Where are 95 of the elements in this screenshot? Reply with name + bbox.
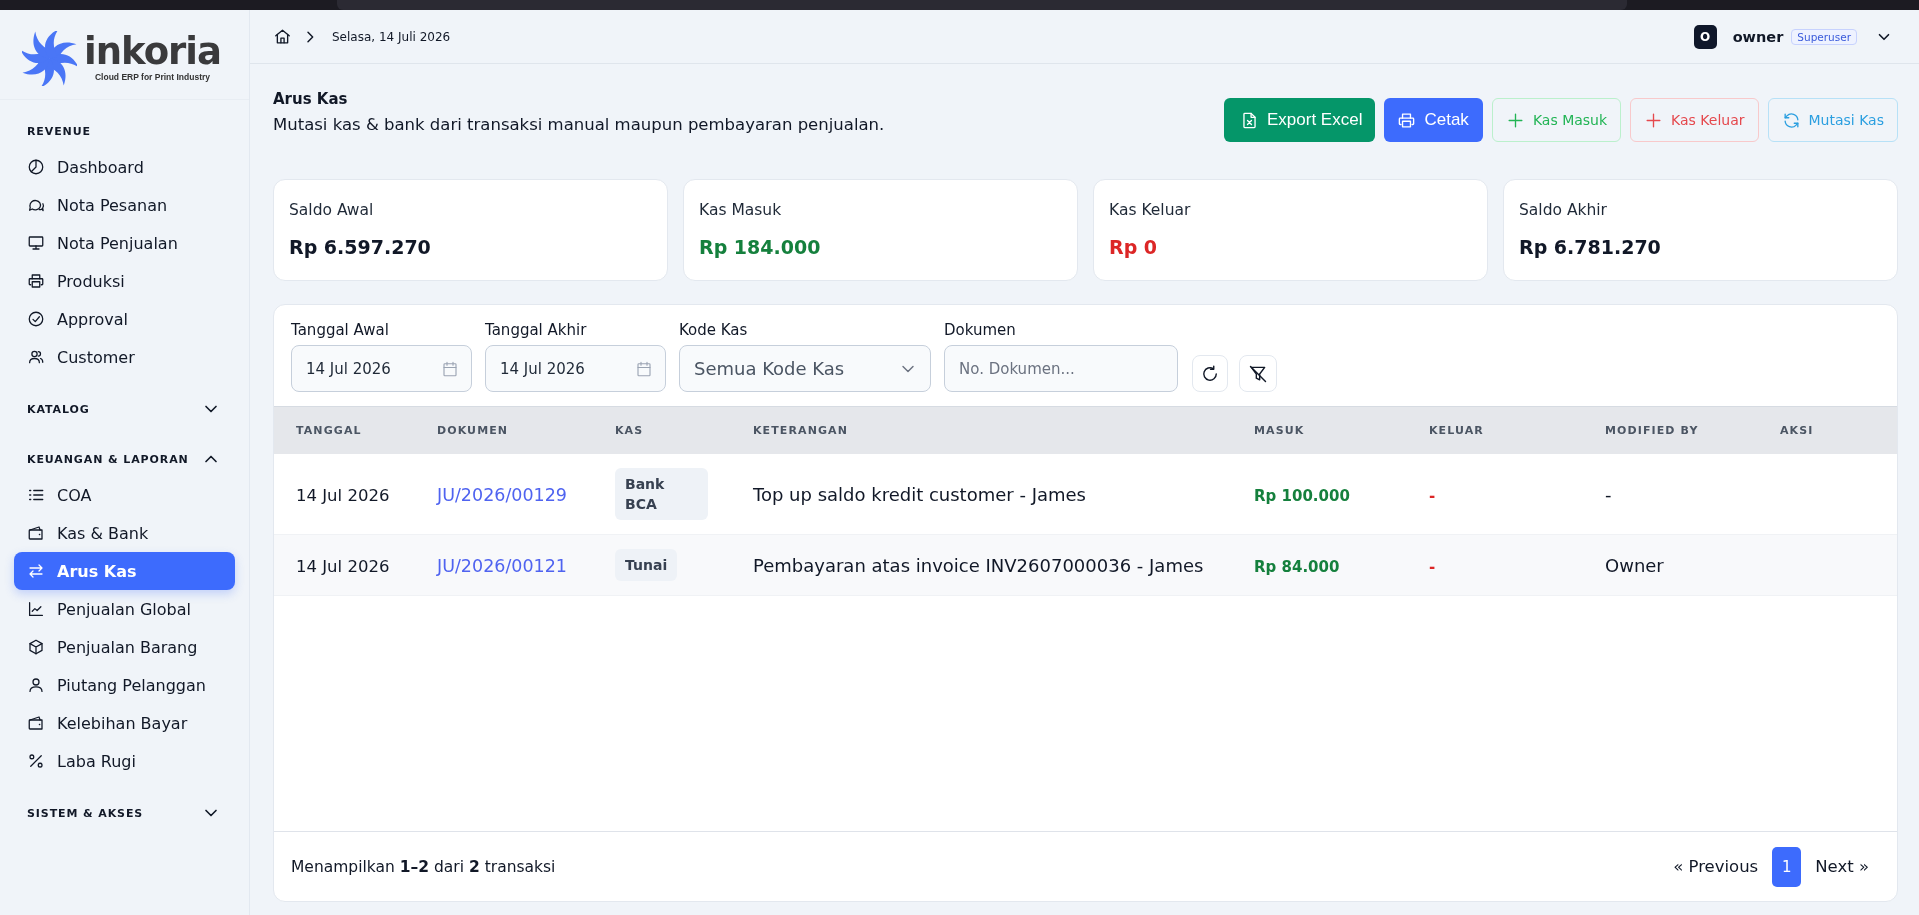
- page-subtitle: Mutasi kas & bank dari transaksi manual maupun pembayaran penjualan.: [273, 114, 885, 136]
- filter-off-icon: [1248, 363, 1268, 384]
- document-link[interactable]: JU/2026/00129: [437, 484, 567, 505]
- sidebar-item[interactable]: Arus Kas: [14, 552, 235, 590]
- table-cell: 14 Jul 2026: [296, 485, 390, 505]
- table-cell: Pembayaran atas invoice INV2607000036 - James: [753, 554, 1204, 576]
- sync-arrows-icon: [1781, 110, 1801, 130]
- logo-swirl-icon: [22, 30, 77, 86]
- summary-value: Rp 0: [1109, 235, 1159, 260]
- plus-icon: [1505, 110, 1525, 130]
- wallet-icon: [27, 524, 45, 542]
- print-button[interactable]: Cetak: [1384, 98, 1483, 142]
- section-toggle[interactable]: SISTEM & AKSES: [14, 796, 235, 830]
- refresh-button[interactable]: [1192, 355, 1228, 392]
- add-cash-out-button[interactable]: Kas Keluar: [1630, 98, 1759, 142]
- line-chart-icon: [27, 600, 45, 618]
- sidebar-item[interactable]: Approval: [14, 300, 235, 338]
- summary-label: Saldo Akhir: [1519, 200, 1608, 220]
- results-summary: Menampilkan 1–2 dari 2 transaksi: [291, 857, 556, 876]
- sidebar-item[interactable]: COA: [14, 476, 235, 514]
- sidebar-item[interactable]: Dashboard: [14, 148, 235, 186]
- section-title: REVENUE: [26, 123, 92, 140]
- sidebar-item[interactable]: Piutang Pelanggan: [14, 666, 235, 704]
- printer-icon: [27, 272, 45, 290]
- document-search-field[interactable]: No. Dokumen...: [944, 345, 1178, 392]
- pie-chart-icon: [27, 158, 45, 176]
- column-header: MODIFIED BY: [1604, 424, 1700, 437]
- users-icon: [27, 348, 45, 366]
- role-badge: Superuser: [1791, 28, 1857, 45]
- percent-icon: [27, 752, 45, 770]
- field-label: Tanggal Akhir: [485, 320, 588, 340]
- table-cell: -: [1605, 483, 1612, 505]
- summary-label: Saldo Awal: [289, 200, 375, 220]
- date-field[interactable]: 14 Jul 2026: [291, 345, 472, 392]
- column-header: KAS: [614, 424, 645, 437]
- printer-icon: [1397, 110, 1417, 130]
- field-label: Tanggal Awal: [291, 320, 390, 340]
- field-label: Dokumen: [944, 320, 1017, 340]
- cash-account-badge: Tunai: [615, 549, 678, 581]
- column-header: KELUAR: [1428, 424, 1485, 437]
- summary-label: Kas Keluar: [1109, 200, 1192, 220]
- sidebar-item[interactable]: Penjualan Barang: [14, 628, 235, 666]
- table-cell: Owner: [1605, 554, 1664, 576]
- clear-filter-button[interactable]: [1239, 355, 1277, 392]
- next-link[interactable]: Next »: [1815, 857, 1869, 876]
- amount-cell: Rp 84.000: [1254, 557, 1340, 576]
- page-title: Arus Kas: [273, 89, 349, 110]
- select-field[interactable]: Semua Kode Kas: [679, 345, 931, 392]
- summary-value: Rp 6.597.270: [289, 235, 432, 260]
- amount-cell: -: [1429, 486, 1436, 505]
- calendar-icon: [441, 359, 459, 378]
- spreadsheet-file-icon: [1240, 110, 1259, 130]
- sidebar-item[interactable]: Nota Pesanan: [14, 186, 235, 224]
- column-header: MASUK: [1253, 424, 1306, 437]
- date-field[interactable]: 14 Jul 2026: [485, 345, 666, 392]
- user-avatar: O: [1693, 24, 1717, 49]
- logo-wordmark: inkoria: [84, 34, 221, 70]
- sidebar-item[interactable]: Laba Rugi: [14, 742, 235, 780]
- field-label: Kode Kas: [679, 320, 749, 340]
- table-cell: Top up saldo kredit customer - James: [753, 483, 1086, 505]
- user-name: owner: [1732, 28, 1784, 45]
- cash-account-badge: Bank BCA: [615, 468, 708, 520]
- column-header: KETERANGAN: [752, 424, 849, 437]
- amount-cell: Rp 100.000: [1254, 486, 1350, 505]
- column-header: DOKUMEN: [436, 424, 510, 437]
- sidebar-item[interactable]: Nota Penjualan: [14, 224, 235, 262]
- swap-arrows-icon: [27, 562, 45, 580]
- user-icon: [27, 676, 45, 694]
- cube-icon: [27, 638, 45, 656]
- amount-cell: -: [1429, 557, 1436, 576]
- refresh-icon: [1200, 363, 1220, 384]
- column-header: TANGGAL: [295, 424, 363, 437]
- monitor-icon: [27, 234, 45, 252]
- breadcrumb-date: Selasa, 14 Juli 2026: [332, 29, 451, 44]
- home-icon[interactable]: [273, 27, 292, 46]
- section-toggle[interactable]: KATALOG: [14, 392, 235, 426]
- column-header: AKSI: [1779, 424, 1815, 437]
- summary-label: Kas Masuk: [699, 200, 783, 220]
- page-button[interactable]: 1: [1772, 846, 1802, 887]
- table-cell: 14 Jul 2026: [296, 556, 390, 576]
- sidebar-item[interactable]: Kelebihan Bayar: [14, 704, 235, 742]
- sidebar-item[interactable]: Customer: [14, 338, 235, 376]
- export-button[interactable]: Export Excel: [1224, 98, 1376, 142]
- summary-value: Rp 6.781.270: [1519, 235, 1662, 260]
- logo-tagline: Cloud ERP for Print Industry: [94, 72, 210, 82]
- previous-link[interactable]: « Previous: [1673, 857, 1759, 876]
- wallet-icon: [27, 714, 45, 732]
- calendar-icon: [635, 359, 653, 378]
- summary-value: Rp 184.000: [699, 235, 822, 260]
- section-toggle[interactable]: KEUANGAN & LAPORAN: [14, 442, 235, 476]
- document-link[interactable]: JU/2026/00121: [437, 555, 567, 576]
- check-circle-icon: [27, 310, 45, 328]
- sidebar-item[interactable]: Penjualan Global: [14, 590, 235, 628]
- sidebar-item[interactable]: Kas & Bank: [14, 514, 235, 552]
- sidebar-item[interactable]: Produksi: [14, 262, 235, 300]
